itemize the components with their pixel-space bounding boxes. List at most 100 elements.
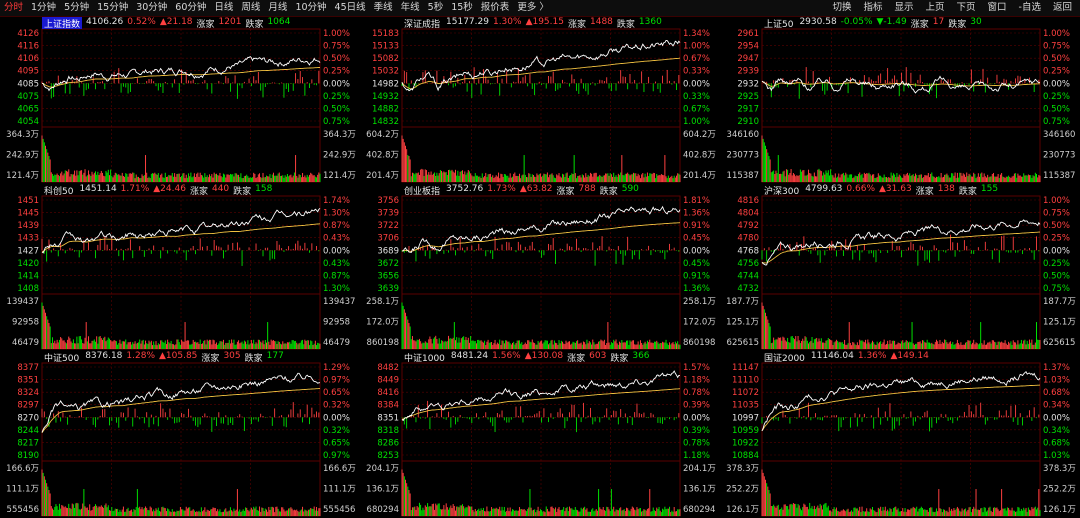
- toolbar-action-6[interactable]: -自选: [1013, 0, 1047, 16]
- index-pct: 0.52%: [127, 17, 156, 27]
- index-name[interactable]: 沪深300: [762, 184, 801, 197]
- pct-tick: 0.75%: [1043, 209, 1070, 219]
- price-tick: 1433: [17, 234, 39, 244]
- period-tabs: 分时 1分钟 5分钟 15分钟 30分钟 60分钟 日线 周线 月线 10分钟 45日线 季线 年线 5秒…: [0, 0, 553, 16]
- tab-14[interactable]: 15秒: [447, 0, 477, 16]
- price-tick: 8377: [17, 363, 39, 373]
- index-name[interactable]: 上证50: [762, 17, 795, 30]
- toolbar-action-4[interactable]: 下页: [951, 0, 982, 16]
- pct-tick: 1.03%: [1043, 376, 1070, 386]
- index-price: 1451.14: [79, 184, 117, 194]
- tab-10[interactable]: 45日线: [331, 0, 370, 16]
- tab-15[interactable]: 报价表: [477, 0, 514, 16]
- volume-tick: 555456: [323, 505, 355, 515]
- index-price: 15177.29: [446, 17, 489, 27]
- index-panel-2[interactable]: 上证50 2930.58 -0.05% ▼-1.49 涨家 17 跌家 30 2961 1.00%…: [720, 17, 1080, 184]
- toolbar-action-0[interactable]: 切换: [826, 0, 857, 16]
- price-tick: 4804: [737, 209, 759, 219]
- tab-12[interactable]: 年线: [397, 0, 424, 16]
- tab-0[interactable]: 分时: [0, 0, 27, 16]
- index-panel-4[interactable]: 创业板指 3752.76 1.73% ▲63.82 涨家 788 跌家 590 3756 1.81…: [360, 184, 720, 351]
- pct-tick: 0.75%: [1043, 284, 1070, 294]
- index-panel-0[interactable]: 上证指数 4106.26 0.52% ▲21.18 涨家 1201 跌家 1064 4126 1.…: [0, 17, 360, 184]
- index-panel-8[interactable]: 国证2000 11146.04 1.36% ▲149.14 11147 1.37% 1111…: [720, 351, 1080, 518]
- pct-tick: 1.18%: [683, 376, 710, 386]
- rise-label: 涨家: [910, 20, 929, 30]
- tab-11[interactable]: 季线: [370, 0, 397, 16]
- tab-9[interactable]: 10分钟: [291, 0, 330, 16]
- tab-8[interactable]: 月线: [264, 0, 291, 16]
- price-tick: 4744: [737, 271, 759, 281]
- pct-tick: 0.00%: [323, 79, 350, 89]
- tab-6[interactable]: 日线: [210, 0, 237, 16]
- price-tick: 8217: [17, 438, 39, 448]
- volume-tick: 680294: [683, 505, 715, 515]
- toolbar-action-5[interactable]: 窗口: [982, 0, 1013, 16]
- price-tick: 2961: [737, 29, 759, 39]
- index-name[interactable]: 深证成指: [402, 17, 442, 30]
- toolbar-action-1[interactable]: 指标: [857, 0, 888, 16]
- index-panel-6[interactable]: 中证500 8376.18 1.28% ▲105.85 涨家 305 跌家 177 8377 1.…: [0, 351, 360, 518]
- pct-tick: 0.25%: [323, 67, 350, 77]
- rise-label: 涨家: [556, 187, 575, 197]
- tab-1[interactable]: 1分钟: [27, 0, 60, 16]
- index-name[interactable]: 科创50: [42, 184, 75, 197]
- tab-7[interactable]: 周线: [237, 0, 264, 16]
- pct-tick: 1.00%: [1043, 196, 1070, 206]
- price-tick: 8297: [17, 401, 39, 411]
- volume-tick: 402.8万: [366, 151, 399, 161]
- panel-header: 科创50 1451.14 1.71% ▲24.46 涨家 440 跌家 158: [42, 184, 272, 197]
- volume-tick: 364.3万: [323, 130, 356, 140]
- index-panel-3[interactable]: 科创50 1451.14 1.71% ▲24.46 涨家 440 跌家 158 1451 1.74…: [0, 184, 360, 351]
- pct-tick: 0.50%: [1043, 104, 1070, 114]
- volume-tick: 258.1万: [683, 297, 716, 307]
- volume-tick: 139437: [323, 297, 355, 307]
- tab-13[interactable]: 5秒: [424, 0, 448, 16]
- toolbar-action-3[interactable]: 上页: [920, 0, 951, 16]
- volume-tick: 604.2万: [683, 130, 716, 140]
- price-tick: 2910: [737, 117, 759, 127]
- period-toolbar: 分时 1分钟 5分钟 15分钟 30分钟 60分钟 日线 周线 月线 10分钟 45日线 季线 年线 5秒…: [0, 0, 1080, 17]
- tab-2[interactable]: 5分钟: [60, 0, 93, 16]
- fall-label: 跌家: [233, 187, 252, 197]
- rise-label: 涨家: [567, 354, 586, 364]
- index-pct: 1.73%: [487, 184, 516, 194]
- rise-label: 涨家: [201, 354, 220, 364]
- toolbar-action-2[interactable]: 显示: [888, 0, 919, 16]
- index-change: ▲105.85: [159, 351, 198, 361]
- pct-tick: 1.34%: [683, 29, 710, 39]
- pct-tick: 1.03%: [1043, 451, 1070, 461]
- index-name[interactable]: 中证1000: [402, 351, 447, 364]
- index-name[interactable]: 上证指数: [42, 17, 83, 30]
- toolbar-action-7[interactable]: 返回: [1047, 0, 1078, 16]
- tab-5[interactable]: 60分钟: [171, 0, 210, 16]
- index-panel-5[interactable]: 沪深300 4799.63 0.66% ▲31.63 涨家 138 跌家 155 4816 1.0…: [720, 184, 1080, 351]
- tab-16[interactable]: 更多 〉: [513, 0, 553, 16]
- pct-tick: 0.00%: [1043, 246, 1070, 256]
- index-name[interactable]: 中证500: [42, 351, 81, 364]
- price-tick: 8482: [377, 363, 399, 373]
- price-tick: 4126: [17, 29, 39, 39]
- price-tick: 4065: [17, 104, 39, 114]
- volume-tick: 346160: [727, 130, 759, 140]
- index-panel-1[interactable]: 深证成指 15177.29 1.30% ▲195.15 涨家 1488 跌家 1360 1518…: [360, 17, 720, 184]
- index-name[interactable]: 创业板指: [402, 184, 442, 197]
- price-tick: 2925: [737, 92, 759, 102]
- price-tick: 15133: [372, 42, 399, 52]
- pct-tick: 0.25%: [1043, 259, 1070, 269]
- fall-label: 跌家: [245, 20, 264, 30]
- fall-count: 366: [632, 351, 650, 361]
- index-panel-7[interactable]: 中证1000 8481.24 1.56% ▲130.08 涨家 603 跌家 366 8482 1…: [360, 351, 720, 518]
- price-tick: 11072: [732, 388, 759, 398]
- tab-4[interactable]: 30分钟: [132, 0, 171, 16]
- tab-3[interactable]: 15分钟: [93, 0, 132, 16]
- price-tick: 4792: [737, 221, 759, 231]
- volume-tick: 230773: [727, 151, 759, 161]
- fall-count: 590: [621, 184, 639, 194]
- price-tick: 4816: [737, 196, 759, 206]
- index-name[interactable]: 国证2000: [762, 351, 807, 364]
- price-tick: 8318: [377, 426, 399, 436]
- pct-tick: 0.25%: [1043, 92, 1070, 102]
- pct-tick: 0.75%: [323, 42, 350, 52]
- price-tick: 1420: [17, 259, 39, 269]
